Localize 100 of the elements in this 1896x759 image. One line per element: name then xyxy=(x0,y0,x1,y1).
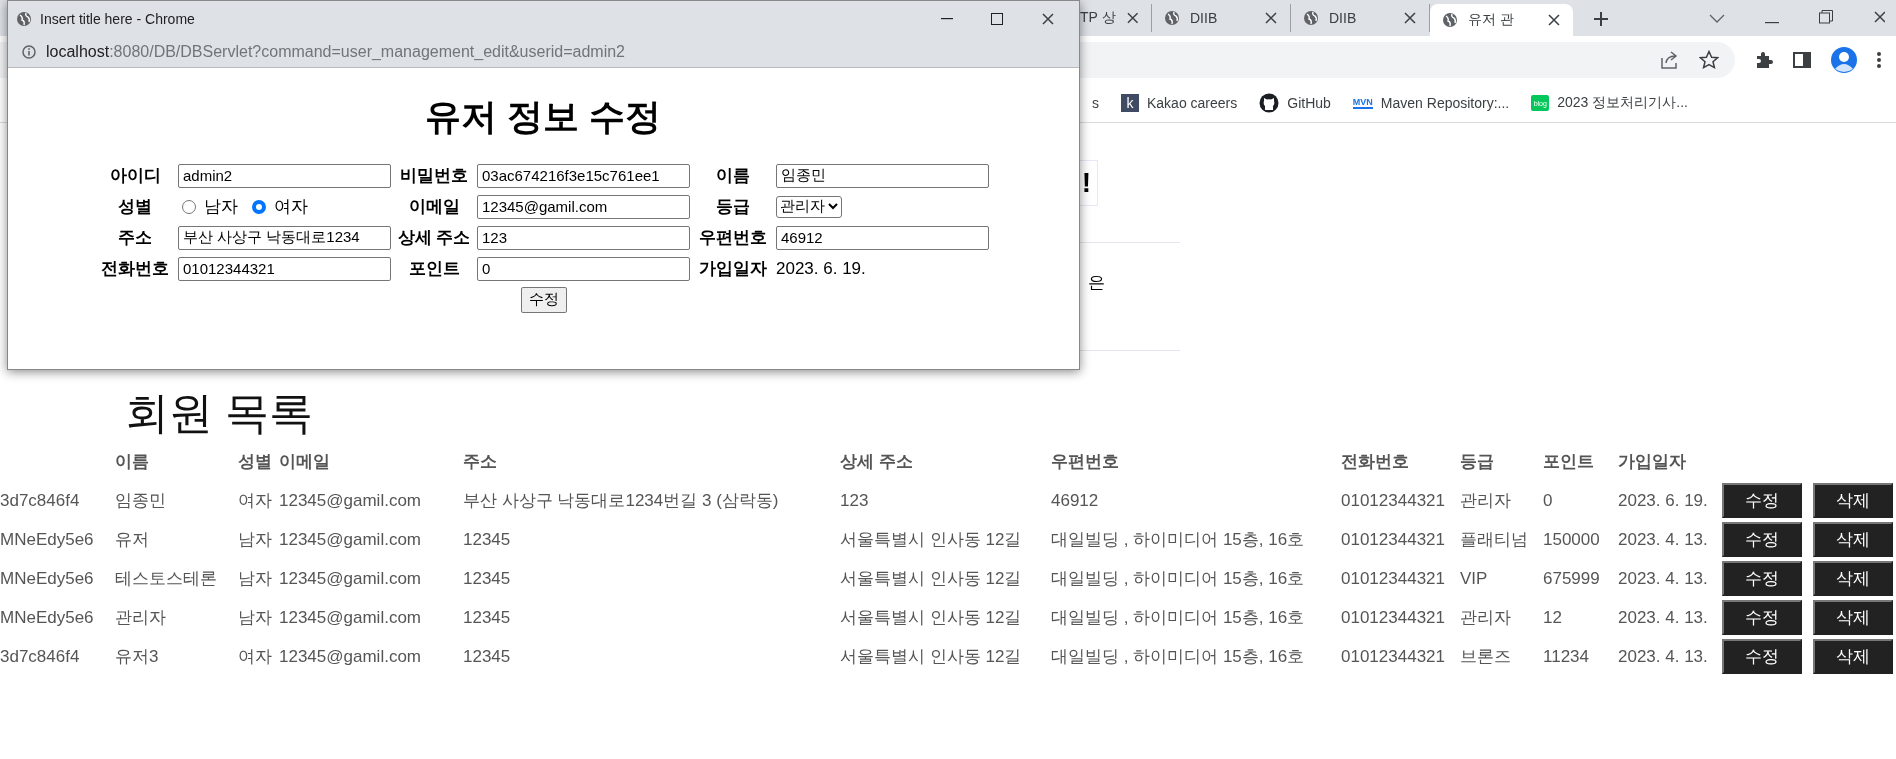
close-icon[interactable] xyxy=(1125,11,1139,25)
table-cell: 12345 xyxy=(463,520,840,559)
table-cell: 11234 xyxy=(1543,637,1618,676)
table-cell-text: 12345@gamil.com xyxy=(279,528,422,551)
bookmark[interactable]: s xyxy=(1092,95,1099,111)
table-cell-text: 01012344321 xyxy=(1341,645,1446,668)
table-cell: 01012344321 xyxy=(1341,559,1460,598)
browser-tab[interactable]: DIIB xyxy=(1152,4,1291,32)
chevron-down-icon[interactable] xyxy=(1709,14,1725,24)
url-text: localhost:8080/DB/DBServlet?command=user_management_edit&userid=admin2 xyxy=(46,42,625,61)
table-cell-text: MNeEdy5e6 xyxy=(0,606,95,629)
puzzle-icon[interactable] xyxy=(1755,51,1773,69)
close-icon[interactable] xyxy=(1873,10,1885,24)
chevron-down-icon xyxy=(828,203,838,210)
table-cell: 대일빌딩 , 하이미디어 15층, 16호 xyxy=(1051,637,1341,676)
form-heading: 유저 정보 수정 xyxy=(424,95,663,139)
maximize-icon[interactable] xyxy=(991,12,1003,25)
share-icon[interactable] xyxy=(1659,50,1679,70)
input-field[interactable]: 12345@gamil.com xyxy=(477,194,690,219)
edit-button[interactable]: 수정 xyxy=(1722,561,1802,596)
table-cell: 12345 xyxy=(463,598,840,637)
delete-button[interactable]: 삭제 xyxy=(1813,561,1893,596)
column-header: 이름 xyxy=(115,450,238,481)
restore-icon[interactable] xyxy=(1819,10,1833,24)
table-cell-text: 3d7c846f4 xyxy=(0,489,81,512)
radio-button[interactable] xyxy=(252,199,266,214)
table-cell: 서울특별시 인사동 12길 xyxy=(840,559,1051,598)
field-label: 포인트 xyxy=(407,258,461,280)
minimize-icon[interactable] xyxy=(941,17,953,20)
column-header: 포인트 xyxy=(1543,450,1618,481)
bookmark[interactable]: MVN Maven Repository:... xyxy=(1352,95,1510,111)
input-field[interactable]: 부산 사상구 낙동대로1234 xyxy=(178,225,391,250)
table-cell-text: 3d7c846f4 xyxy=(0,645,81,668)
close-icon[interactable] xyxy=(1403,11,1417,25)
table-cell: 2023. 4. 13. xyxy=(1618,598,1722,637)
table-cell-text: 01012344321 xyxy=(1341,606,1446,629)
text-fragment: 은 xyxy=(1087,272,1106,294)
field-label: 비밀번호 xyxy=(399,165,469,187)
delete-button[interactable]: 삭제 xyxy=(1813,600,1893,635)
table-cell-text: 01012344321 xyxy=(1341,489,1446,512)
input-field[interactable]: admin2 xyxy=(178,163,391,188)
table-cell: 2023. 4. 13. xyxy=(1618,637,1722,676)
field-label: 이름 xyxy=(715,165,751,187)
globe-icon xyxy=(16,10,32,27)
column-header: 우편번호 xyxy=(1051,450,1341,481)
input-field[interactable]: 46912 xyxy=(776,225,989,250)
table-cell: 관리자 xyxy=(1460,481,1543,520)
delete-button[interactable]: 삭제 xyxy=(1813,522,1893,557)
side-panel-icon[interactable] xyxy=(1793,51,1811,69)
edit-button[interactable]: 수정 xyxy=(1722,600,1802,635)
edit-button[interactable]: 수정 xyxy=(1722,522,1802,557)
plus-icon[interactable] xyxy=(1593,11,1609,27)
browser-tab[interactable]: DIIB xyxy=(1291,4,1430,32)
avatar-icon[interactable] xyxy=(1831,47,1857,73)
field-label: 전화번호 xyxy=(100,258,170,280)
minimize-icon[interactable] xyxy=(1765,22,1779,24)
radio-label: 여자 xyxy=(274,196,308,218)
table-cell-text: 12345@gamil.com xyxy=(279,567,422,590)
table-cell: 대일빌딩 , 하이미디어 15층, 16호 xyxy=(1051,559,1341,598)
input-field[interactable]: 01012344321 xyxy=(178,256,391,281)
table-cell: VIP xyxy=(1460,559,1543,598)
table-cell-text: 여자 xyxy=(238,490,273,512)
table-cell: 대일빌딩 , 하이미디어 15층, 16호 xyxy=(1051,520,1341,559)
table-cell-text: 임종민 xyxy=(115,490,167,512)
delete-button[interactable]: 삭제 xyxy=(1813,483,1893,518)
close-icon[interactable] xyxy=(1547,13,1561,27)
input-field[interactable]: 임종민 xyxy=(776,163,989,188)
close-icon[interactable] xyxy=(1041,11,1055,26)
table-cell-text: 테스토스테론 xyxy=(115,568,218,590)
input-field[interactable]: 03ac674216f3e15c761ee1 xyxy=(477,163,690,188)
bookmark-icon: k xyxy=(1121,94,1139,112)
edit-button[interactable]: 수정 xyxy=(1722,639,1802,674)
edit-button[interactable]: 수정 xyxy=(1722,483,1802,518)
submit-button[interactable]: 수정 xyxy=(520,286,567,313)
column-header: 이메일 xyxy=(279,450,463,481)
table-cell-text: 유저3 xyxy=(115,646,160,668)
table-cell-text: 부산 사상구 낙동대로1234번길 3 (삼락동) xyxy=(463,490,780,512)
table-cell: 12345 xyxy=(463,637,840,676)
table-cell-text: 플래티넘 xyxy=(1460,529,1529,551)
star-icon[interactable] xyxy=(1699,50,1719,70)
input-field[interactable]: 0 xyxy=(477,256,690,281)
kebab-menu-icon[interactable] xyxy=(1877,52,1881,68)
table-cell: MNeEdy5e6 xyxy=(0,559,115,598)
column-header: 등급 xyxy=(1460,450,1543,481)
table-cell-text: 남자 xyxy=(238,529,273,551)
info-icon xyxy=(22,44,36,59)
column-header: 가입일자 xyxy=(1618,451,1687,473)
table-cell-text: 관리자 xyxy=(1460,607,1512,629)
bookmark[interactable]: k Kakao careers xyxy=(1121,94,1238,112)
table-cell-text: MNeEdy5e6 xyxy=(0,528,95,551)
close-icon[interactable] xyxy=(1264,11,1278,25)
delete-button[interactable]: 삭제 xyxy=(1813,639,1893,674)
page-heading: 회원 목록 xyxy=(125,388,315,438)
table-cell: 2023. 4. 13. xyxy=(1618,520,1722,559)
table-cell: 서울특별시 인사동 12길 xyxy=(840,637,1051,676)
input-field[interactable]: 123 xyxy=(477,225,690,250)
browser-tab[interactable]: 유저 관 xyxy=(1430,4,1573,36)
bookmark[interactable]: GitHub xyxy=(1259,93,1331,113)
radio-button[interactable] xyxy=(182,199,196,214)
dropdown[interactable]: 관리자 xyxy=(776,195,842,218)
